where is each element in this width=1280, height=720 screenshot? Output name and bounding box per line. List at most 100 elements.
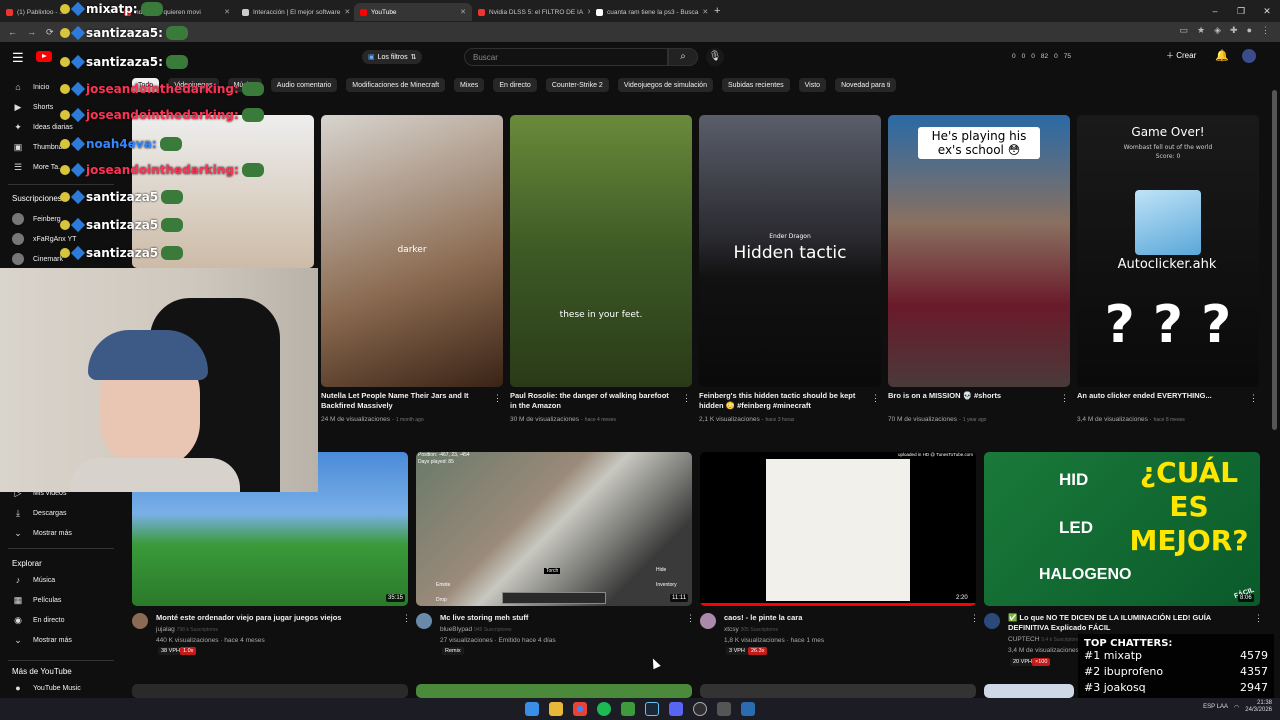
video-thumbnail[interactable]: Position: -467, 23, -454 Days played: 85 T… — [416, 452, 692, 606]
video-thumbnail[interactable]: ¿CUÁL ES MEJOR?HIDLEDHALOGENOFÁCIL — [984, 452, 1260, 606]
video-thumbnail-partial[interactable] — [984, 684, 1074, 698]
new-tab-button[interactable]: + — [714, 5, 720, 17]
menu-dots-icon[interactable]: ⋮ — [1261, 25, 1270, 36]
page-scrollbar[interactable] — [1272, 90, 1277, 430]
reload-icon[interactable]: ⟳ — [46, 27, 54, 38]
minecraft-icon[interactable] — [621, 702, 635, 716]
more-actions-icon[interactable]: ⋮ — [1254, 613, 1263, 624]
tab-close-icon[interactable]: ✕ — [702, 8, 708, 16]
cast-icon[interactable]: ▭ — [1180, 25, 1189, 36]
video-thumbnail[interactable]: these in your feet. — [510, 115, 692, 387]
progress-bar[interactable] — [700, 603, 976, 606]
more-actions-icon[interactable]: ⋮ — [686, 613, 695, 624]
channel-name[interactable]: xtcsy — [724, 626, 739, 633]
video-title[interactable]: ✅ Lo que NO TE DICEN DE LA ILUMINACIÓN L… — [1008, 613, 1244, 633]
forward-icon[interactable]: → — [27, 27, 36, 37]
sidebar-item[interactable]: ⌄ Mostrar más — [0, 524, 122, 542]
account-avatar[interactable] — [1242, 49, 1256, 63]
discord-icon[interactable] — [669, 702, 683, 716]
more-actions-icon[interactable]: ⋮ — [402, 613, 411, 624]
obs-icon[interactable] — [693, 702, 707, 716]
app-icon[interactable] — [741, 702, 755, 716]
minimize-button[interactable]: – — [1202, 6, 1228, 16]
create-button[interactable]: ＋ Crear — [1166, 50, 1196, 61]
video-thumbnail-partial[interactable] — [700, 684, 976, 698]
video-title[interactable]: Nutella Let People Name Their Jars and I… — [321, 391, 487, 411]
tab-favicon-icon — [478, 8, 485, 16]
voice-search-icon[interactable]: 🎙 — [706, 48, 724, 66]
video-title[interactable]: An auto clicker ended EVERYTHING... — [1077, 391, 1243, 411]
browser-tab[interactable]: Interacción | El mejor software ✕ — [236, 3, 354, 21]
channel-name[interactable]: blueBlypad — [440, 626, 472, 633]
maximize-button[interactable]: ❐ — [1228, 6, 1254, 17]
more-actions-icon[interactable]: ⋮ — [682, 393, 691, 404]
filter-chip[interactable]: Counter-Strike 2 — [545, 78, 609, 92]
file-explorer-icon[interactable] — [549, 702, 563, 716]
video-title[interactable]: Feinberg's this hidden tactic should be … — [699, 391, 865, 411]
channel-avatar[interactable] — [416, 613, 432, 629]
more-actions-icon[interactable]: ⋮ — [871, 393, 880, 404]
steam-icon[interactable] — [645, 702, 659, 716]
hamburger-menu-icon[interactable]: ☰ — [12, 50, 24, 66]
extension-icon[interactable]: ◈ — [1214, 25, 1221, 36]
browser-tab[interactable]: cuanta ram tiene la ps3 - Busca ✕ — [590, 3, 708, 21]
tab-close-icon[interactable]: ✕ — [460, 8, 466, 16]
browser-tab[interactable]: YouTube ✕ — [354, 3, 472, 21]
filter-chip[interactable]: Modificaciones de Minecraft — [346, 78, 446, 92]
clock[interactable]: 21:38 24/3/2026 — [1245, 700, 1272, 714]
more-actions-icon[interactable]: ⋮ — [1060, 393, 1069, 404]
video-thumbnail[interactable]: Game Over! Wombast fell out of the world S… — [1077, 115, 1259, 387]
video-thumbnail[interactable]: He's playing his ex's school 😳 — [888, 115, 1070, 387]
more-icon: ☰ — [13, 161, 23, 172]
sidebar-item[interactable]: ⤓ Descargas — [0, 504, 122, 522]
back-icon[interactable]: ← — [8, 27, 17, 37]
search-button[interactable]: ⌕ — [668, 48, 698, 66]
profile-icon[interactable]: ● — [1247, 25, 1252, 36]
sidebar-item[interactable]: ▦ Películas — [0, 591, 122, 609]
more-actions-icon[interactable]: ⋮ — [970, 613, 979, 624]
video-title[interactable]: Bro is on a MISSION 💀 #shorts — [888, 391, 1054, 411]
settings-icon[interactable] — [717, 702, 731, 716]
filter-chip[interactable]: Novedad para ti — [835, 78, 897, 92]
channel-avatar[interactable] — [984, 613, 1000, 629]
tab-close-icon[interactable]: ✕ — [344, 8, 350, 16]
channel-name[interactable]: jujalag — [156, 626, 175, 633]
spotify-icon[interactable] — [597, 702, 611, 716]
video-thumbnail[interactable]: uploaded in HD @ TunesToTube.com — [700, 452, 976, 606]
filter-chip[interactable]: Visto — [798, 78, 827, 92]
language-indicator[interactable]: ESP LAA — [1203, 704, 1228, 710]
notifications-bell-icon[interactable]: 🔔 — [1215, 49, 1229, 62]
wifi-icon[interactable]: ◠ — [1234, 704, 1239, 711]
close-window-button[interactable]: ✕ — [1254, 6, 1280, 17]
sidebar-item[interactable]: ⌄ Mostrar más — [0, 631, 122, 649]
puzzle-icon[interactable]: ✚ — [1230, 25, 1238, 36]
filters-button[interactable]: ▣ Los filtros ⇅ — [362, 50, 423, 64]
star-icon[interactable]: ★ — [1197, 25, 1205, 36]
channel-avatar[interactable] — [700, 613, 716, 629]
channel-name[interactable]: CUPTECH — [1008, 636, 1039, 643]
video-thumbnail[interactable]: darker — [321, 115, 503, 387]
sidebar-divider — [8, 660, 114, 661]
windows-start-icon[interactable] — [525, 702, 539, 716]
youtube-logo[interactable] — [36, 51, 52, 62]
video-thumbnail[interactable]: Ender Dragon Hidden tactic — [699, 115, 881, 387]
filter-chip[interactable]: En directo — [493, 78, 537, 92]
thumbnail-overlay-text: Hidden tactic — [733, 243, 847, 263]
browser-tab[interactable]: Nvidia DLSS 5: el FILTRO DE IA✕ — [472, 3, 590, 21]
sidebar-item[interactable]: ◉ En directo — [0, 611, 122, 629]
sidebar-item[interactable]: ● YouTube Music — [0, 679, 122, 697]
filter-chip[interactable]: Videojuegos de simulación — [617, 78, 713, 92]
tab-close-icon[interactable]: ✕ — [224, 8, 230, 16]
channel-avatar[interactable] — [132, 613, 148, 629]
video-title[interactable]: Paul Rosolie: the danger of walking bare… — [510, 391, 676, 411]
sidebar-item[interactable]: ♪ Música — [0, 571, 122, 589]
filter-chip[interactable]: Subidas recientes — [721, 78, 790, 92]
more-actions-icon[interactable]: ⋮ — [1249, 393, 1258, 404]
video-thumbnail-partial[interactable] — [132, 684, 408, 698]
chrome-icon[interactable] — [573, 702, 587, 716]
filter-chip[interactable]: Audio comentario — [270, 78, 338, 92]
video-thumbnail-partial[interactable] — [416, 684, 692, 698]
more-actions-icon[interactable]: ⋮ — [493, 393, 502, 404]
filter-chip[interactable]: Mixes — [454, 78, 485, 92]
search-input[interactable]: Buscar — [464, 48, 668, 66]
